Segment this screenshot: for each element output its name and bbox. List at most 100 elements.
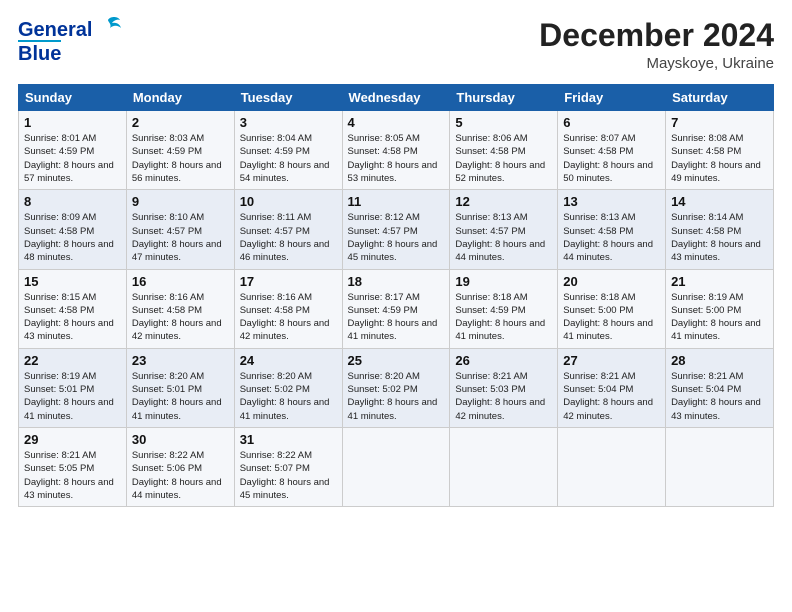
calendar-cell: 15 Sunrise: 8:15 AMSunset: 4:58 PMDaylig… — [19, 269, 127, 348]
col-wednesday: Wednesday — [342, 85, 450, 111]
calendar-cell: 14 Sunrise: 8:14 AMSunset: 4:58 PMDaylig… — [666, 190, 774, 269]
calendar-week-row: 15 Sunrise: 8:15 AMSunset: 4:58 PMDaylig… — [19, 269, 774, 348]
cell-info: Sunrise: 8:20 AMSunset: 5:02 PMDaylight:… — [240, 371, 330, 422]
day-number: 5 — [455, 115, 552, 130]
cell-info: Sunrise: 8:16 AMSunset: 4:58 PMDaylight:… — [240, 292, 330, 343]
day-number: 26 — [455, 353, 552, 368]
logo-bird-icon — [94, 14, 122, 42]
calendar-cell: 27 Sunrise: 8:21 AMSunset: 5:04 PMDaylig… — [558, 348, 666, 427]
header: General Blue December 2024 Mayskoye, Ukr… — [18, 18, 774, 72]
logo-text: General — [18, 19, 92, 41]
day-number: 19 — [455, 274, 552, 289]
calendar-cell: 29 Sunrise: 8:21 AMSunset: 5:05 PMDaylig… — [19, 427, 127, 506]
calendar-cell: 21 Sunrise: 8:19 AMSunset: 5:00 PMDaylig… — [666, 269, 774, 348]
calendar-cell: 23 Sunrise: 8:20 AMSunset: 5:01 PMDaylig… — [126, 348, 234, 427]
calendar-week-row: 8 Sunrise: 8:09 AMSunset: 4:58 PMDayligh… — [19, 190, 774, 269]
calendar-cell: 18 Sunrise: 8:17 AMSunset: 4:59 PMDaylig… — [342, 269, 450, 348]
calendar-cell — [666, 427, 774, 506]
calendar-cell: 20 Sunrise: 8:18 AMSunset: 5:00 PMDaylig… — [558, 269, 666, 348]
calendar-cell: 30 Sunrise: 8:22 AMSunset: 5:06 PMDaylig… — [126, 427, 234, 506]
cell-info: Sunrise: 8:19 AMSunset: 5:01 PMDaylight:… — [24, 371, 114, 422]
cell-info: Sunrise: 8:20 AMSunset: 5:02 PMDaylight:… — [348, 371, 438, 422]
cell-info: Sunrise: 8:20 AMSunset: 5:01 PMDaylight:… — [132, 371, 222, 422]
day-number: 1 — [24, 115, 121, 130]
cell-info: Sunrise: 8:18 AMSunset: 5:00 PMDaylight:… — [563, 292, 653, 343]
day-number: 3 — [240, 115, 337, 130]
cell-info: Sunrise: 8:14 AMSunset: 4:58 PMDaylight:… — [671, 212, 761, 263]
calendar-cell: 25 Sunrise: 8:20 AMSunset: 5:02 PMDaylig… — [342, 348, 450, 427]
cell-info: Sunrise: 8:05 AMSunset: 4:58 PMDaylight:… — [348, 133, 438, 184]
day-number: 23 — [132, 353, 229, 368]
day-number: 7 — [671, 115, 768, 130]
calendar-cell: 28 Sunrise: 8:21 AMSunset: 5:04 PMDaylig… — [666, 348, 774, 427]
day-number: 15 — [24, 274, 121, 289]
calendar-cell: 6 Sunrise: 8:07 AMSunset: 4:58 PMDayligh… — [558, 111, 666, 190]
calendar-cell: 13 Sunrise: 8:13 AMSunset: 4:58 PMDaylig… — [558, 190, 666, 269]
day-number: 29 — [24, 432, 121, 447]
cell-info: Sunrise: 8:22 AMSunset: 5:07 PMDaylight:… — [240, 450, 330, 501]
cell-info: Sunrise: 8:07 AMSunset: 4:58 PMDaylight:… — [563, 133, 653, 184]
day-number: 31 — [240, 432, 337, 447]
location: Mayskoye, Ukraine — [539, 55, 774, 72]
calendar-cell: 9 Sunrise: 8:10 AMSunset: 4:57 PMDayligh… — [126, 190, 234, 269]
day-number: 22 — [24, 353, 121, 368]
day-number: 14 — [671, 194, 768, 209]
cell-info: Sunrise: 8:09 AMSunset: 4:58 PMDaylight:… — [24, 212, 114, 263]
day-number: 30 — [132, 432, 229, 447]
cell-info: Sunrise: 8:13 AMSunset: 4:57 PMDaylight:… — [455, 212, 545, 263]
col-monday: Monday — [126, 85, 234, 111]
day-number: 16 — [132, 274, 229, 289]
cell-info: Sunrise: 8:10 AMSunset: 4:57 PMDaylight:… — [132, 212, 222, 263]
calendar-cell: 26 Sunrise: 8:21 AMSunset: 5:03 PMDaylig… — [450, 348, 558, 427]
cell-info: Sunrise: 8:04 AMSunset: 4:59 PMDaylight:… — [240, 133, 330, 184]
calendar-cell: 1 Sunrise: 8:01 AMSunset: 4:59 PMDayligh… — [19, 111, 127, 190]
calendar-cell — [450, 427, 558, 506]
day-number: 4 — [348, 115, 445, 130]
calendar-cell — [558, 427, 666, 506]
cell-info: Sunrise: 8:21 AMSunset: 5:04 PMDaylight:… — [671, 371, 761, 422]
cell-info: Sunrise: 8:08 AMSunset: 4:58 PMDaylight:… — [671, 133, 761, 184]
cell-info: Sunrise: 8:13 AMSunset: 4:58 PMDaylight:… — [563, 212, 653, 263]
calendar-cell: 24 Sunrise: 8:20 AMSunset: 5:02 PMDaylig… — [234, 348, 342, 427]
page: General Blue December 2024 Mayskoye, Ukr… — [0, 0, 792, 612]
day-number: 25 — [348, 353, 445, 368]
calendar-table: Sunday Monday Tuesday Wednesday Thursday… — [18, 84, 774, 507]
logo-subtext: Blue — [18, 40, 61, 66]
cell-info: Sunrise: 8:15 AMSunset: 4:58 PMDaylight:… — [24, 292, 114, 343]
calendar-week-row: 22 Sunrise: 8:19 AMSunset: 5:01 PMDaylig… — [19, 348, 774, 427]
calendar-cell: 2 Sunrise: 8:03 AMSunset: 4:59 PMDayligh… — [126, 111, 234, 190]
cell-info: Sunrise: 8:16 AMSunset: 4:58 PMDaylight:… — [132, 292, 222, 343]
cell-info: Sunrise: 8:18 AMSunset: 4:59 PMDaylight:… — [455, 292, 545, 343]
day-number: 27 — [563, 353, 660, 368]
calendar-cell: 5 Sunrise: 8:06 AMSunset: 4:58 PMDayligh… — [450, 111, 558, 190]
calendar-cell — [342, 427, 450, 506]
cell-info: Sunrise: 8:06 AMSunset: 4:58 PMDaylight:… — [455, 133, 545, 184]
month-title: December 2024 — [539, 18, 774, 53]
cell-info: Sunrise: 8:21 AMSunset: 5:05 PMDaylight:… — [24, 450, 114, 501]
day-number: 11 — [348, 194, 445, 209]
calendar-cell: 4 Sunrise: 8:05 AMSunset: 4:58 PMDayligh… — [342, 111, 450, 190]
cell-info: Sunrise: 8:19 AMSunset: 5:00 PMDaylight:… — [671, 292, 761, 343]
calendar-cell: 8 Sunrise: 8:09 AMSunset: 4:58 PMDayligh… — [19, 190, 127, 269]
calendar-cell: 11 Sunrise: 8:12 AMSunset: 4:57 PMDaylig… — [342, 190, 450, 269]
day-number: 8 — [24, 194, 121, 209]
cell-info: Sunrise: 8:12 AMSunset: 4:57 PMDaylight:… — [348, 212, 438, 263]
day-number: 20 — [563, 274, 660, 289]
calendar-cell: 31 Sunrise: 8:22 AMSunset: 5:07 PMDaylig… — [234, 427, 342, 506]
calendar-cell: 7 Sunrise: 8:08 AMSunset: 4:58 PMDayligh… — [666, 111, 774, 190]
day-number: 28 — [671, 353, 768, 368]
col-sunday: Sunday — [19, 85, 127, 111]
day-number: 17 — [240, 274, 337, 289]
calendar-header-row: Sunday Monday Tuesday Wednesday Thursday… — [19, 85, 774, 111]
col-tuesday: Tuesday — [234, 85, 342, 111]
col-thursday: Thursday — [450, 85, 558, 111]
day-number: 6 — [563, 115, 660, 130]
calendar-week-row: 1 Sunrise: 8:01 AMSunset: 4:59 PMDayligh… — [19, 111, 774, 190]
calendar-week-row: 29 Sunrise: 8:21 AMSunset: 5:05 PMDaylig… — [19, 427, 774, 506]
cell-info: Sunrise: 8:03 AMSunset: 4:59 PMDaylight:… — [132, 133, 222, 184]
day-number: 13 — [563, 194, 660, 209]
calendar-cell: 17 Sunrise: 8:16 AMSunset: 4:58 PMDaylig… — [234, 269, 342, 348]
calendar-cell: 22 Sunrise: 8:19 AMSunset: 5:01 PMDaylig… — [19, 348, 127, 427]
cell-info: Sunrise: 8:21 AMSunset: 5:03 PMDaylight:… — [455, 371, 545, 422]
day-number: 2 — [132, 115, 229, 130]
